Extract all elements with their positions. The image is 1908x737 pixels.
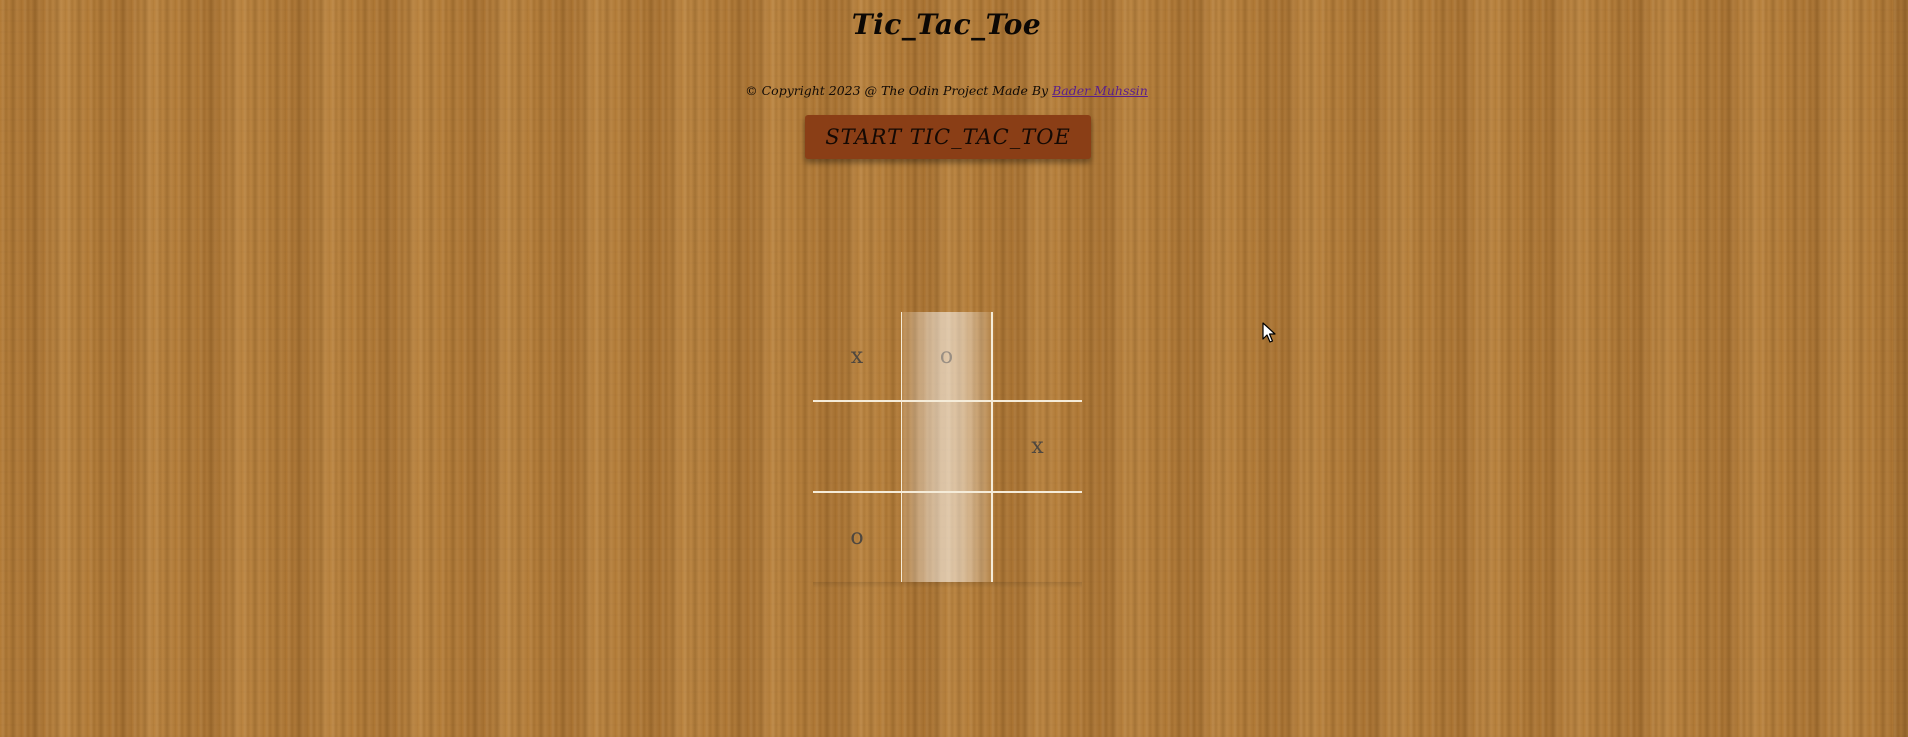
board-cell[interactable]: x [993, 402, 1082, 493]
board-cell[interactable]: o [813, 493, 902, 582]
board-cell[interactable]: o [902, 312, 993, 402]
copyright-text: © Copyright 2023 @ The Odin Project Made… [745, 83, 1053, 98]
copyright-line: © Copyright 2023 @ The Odin Project Made… [0, 83, 1893, 98]
start-game-button[interactable]: START TIC_TAC_TOE [805, 115, 1091, 159]
board-cell[interactable] [993, 493, 1082, 582]
board-cell[interactable]: x [813, 312, 902, 402]
author-link[interactable]: Bader Muhssin [1052, 83, 1148, 98]
page-title: Tic_Tac_Toe [851, 8, 1042, 41]
board-cell[interactable] [902, 493, 993, 582]
board-shadow [813, 582, 1082, 588]
mouse-pointer-icon [1262, 322, 1276, 343]
board-cell[interactable] [813, 402, 902, 493]
scrollbar-track[interactable] [1893, 0, 1908, 737]
board-cell[interactable] [993, 312, 1082, 402]
game-board: x o x o [813, 312, 1082, 582]
board-cell[interactable] [902, 402, 993, 493]
